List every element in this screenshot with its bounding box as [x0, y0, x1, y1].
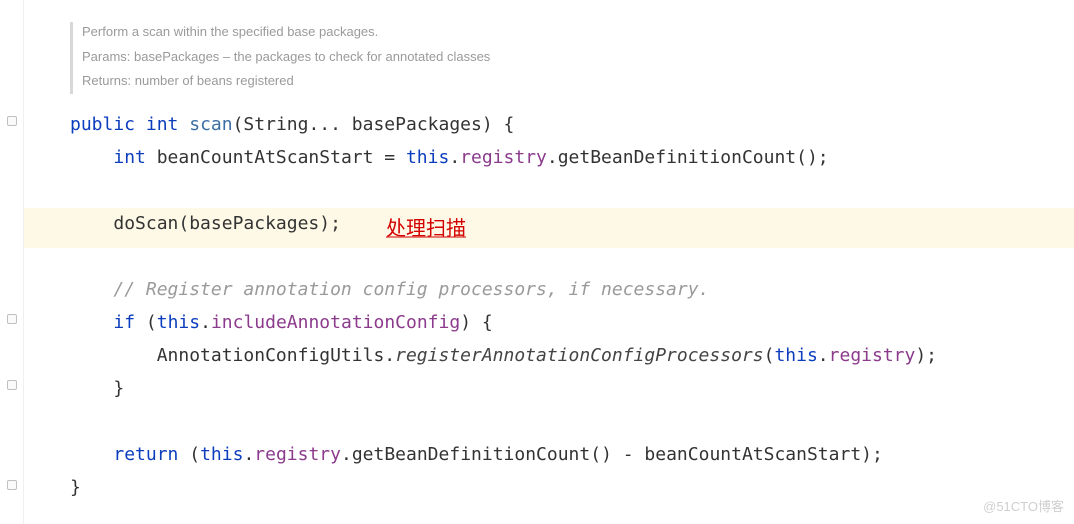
method-name: scan — [189, 114, 232, 135]
signature: (String... basePackages) { — [233, 114, 515, 135]
ret-tail: .getBeanDefinitionCount() - beanCountAtS… — [341, 444, 883, 465]
keyword-this: this — [406, 147, 449, 168]
javadoc-returns: Returns: number of beans registered — [82, 69, 490, 94]
fold-close-icon[interactable] — [7, 380, 17, 390]
watermark: @51CTO博客 — [983, 497, 1064, 518]
brace-close: } — [70, 477, 81, 498]
fold-open-icon[interactable] — [7, 314, 17, 324]
keyword-public: public — [70, 114, 135, 135]
class-acu: AnnotationConfigUtils. — [157, 345, 395, 366]
paren-open: ( — [764, 345, 775, 366]
keyword-return: return — [113, 444, 178, 465]
javadoc-params: Params: basePackages – the packages to c… — [82, 45, 490, 70]
call: .getBeanDefinitionCount(); — [547, 147, 829, 168]
field-registry: registry — [254, 444, 341, 465]
javadoc-block: Perform a scan within the specified base… — [82, 20, 490, 94]
editor-gutter — [0, 0, 24, 524]
if-close: ) { — [460, 312, 493, 333]
dot: . — [449, 147, 460, 168]
keyword-int: int — [113, 147, 146, 168]
var-decl: beanCountAtScanStart = — [146, 147, 406, 168]
comment: // Register annotation config processors… — [113, 279, 709, 300]
field-registry: registry — [460, 147, 547, 168]
dot: . — [200, 312, 211, 333]
javadoc-indicator — [70, 22, 73, 94]
keyword-int: int — [146, 114, 179, 135]
field-registry: registry — [829, 345, 916, 366]
keyword-if: if — [113, 312, 135, 333]
fold-close-icon[interactable] — [7, 480, 17, 490]
paren-close: ); — [915, 345, 937, 366]
inline-annotation: 处理扫描 — [386, 213, 466, 245]
keyword-this: this — [774, 345, 817, 366]
code-block: public int scan(String... basePackages) … — [70, 108, 937, 504]
keyword-this: this — [157, 312, 200, 333]
if-open: ( — [135, 312, 157, 333]
call-doscan: doScan(basePackages); — [113, 213, 341, 234]
brace-close: } — [113, 378, 124, 399]
static-call: registerAnnotationConfigProcessors — [395, 345, 763, 366]
dot: . — [818, 345, 829, 366]
javadoc-summary: Perform a scan within the specified base… — [82, 20, 490, 45]
ret-open: ( — [178, 444, 200, 465]
fold-open-icon[interactable] — [7, 116, 17, 126]
dot: . — [243, 444, 254, 465]
keyword-this: this — [200, 444, 243, 465]
field-iac: includeAnnotationConfig — [211, 312, 460, 333]
